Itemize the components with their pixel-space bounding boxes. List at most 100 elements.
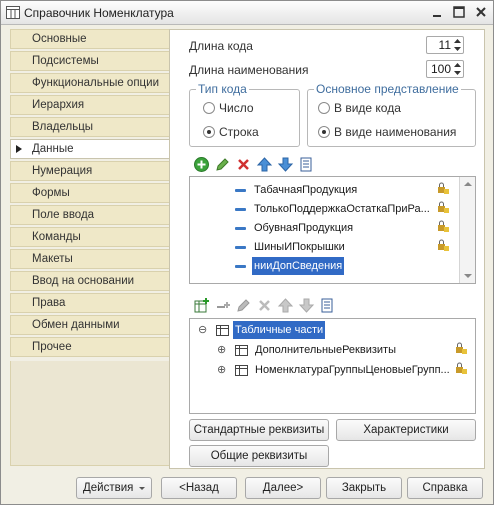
expand-icon[interactable]: ⊕ [217, 341, 226, 359]
catalog-icon [6, 6, 20, 19]
common-attributes-button[interactable]: Общие реквизиты [189, 445, 329, 467]
nav-item-input-on-basis[interactable]: Ввод на основании [10, 271, 169, 291]
main-representation-title: Основное представление [314, 82, 461, 96]
nav-item-owners[interactable]: Владельцы [10, 117, 169, 137]
lock-icon [454, 361, 467, 374]
actions-button[interactable]: Действия [76, 477, 152, 499]
tree-root-node[interactable]: ⊖ Табличные части [190, 321, 475, 339]
move-up-disabled-icon[interactable] [277, 297, 294, 314]
sort-tabular-icon[interactable] [319, 297, 336, 314]
table-icon [235, 364, 248, 376]
nav-item-numbering[interactable]: Нумерация [10, 161, 169, 181]
add-tabular-section-icon[interactable] [193, 297, 210, 314]
lock-icon [436, 238, 449, 251]
nav-item-label: Ввод на основании [32, 275, 135, 287]
button-label: Закрыть [341, 482, 387, 494]
code-length-value: 11 [438, 38, 451, 52]
attribute-icon [235, 208, 246, 211]
selected-attribute-name: нииДопСведения [252, 257, 345, 275]
nav-item-subsystems[interactable]: Подсистемы [10, 51, 169, 71]
representation-code-radio[interactable]: В виде кода [318, 101, 401, 115]
attributes-list[interactable]: ТабачнаяПродукция ТолькоПоддержкаОстатка… [189, 176, 476, 284]
attributes-scrollbar[interactable] [459, 177, 475, 283]
add-attribute-icon[interactable] [193, 156, 210, 173]
code-type-title: Тип кода [196, 82, 249, 96]
code-length-stepper[interactable]: 11 [426, 36, 464, 54]
nav-item-commands[interactable]: Команды [10, 227, 169, 247]
nav-item-main[interactable]: Основные [10, 29, 169, 49]
code-type-string-radio[interactable]: Строка [203, 125, 259, 139]
spin-arrows-icon[interactable] [453, 38, 462, 52]
nav-item-forms[interactable]: Формы [10, 183, 169, 203]
tabular-root-label: Табличные части [233, 321, 326, 339]
radio-label: В виде наименования [334, 125, 457, 139]
lock-icon [454, 341, 467, 354]
tree-node[interactable]: ⊕ ДополнительныеРеквизиты [190, 341, 475, 359]
nav-item-label: Команды [32, 231, 81, 243]
move-down-disabled-icon[interactable] [298, 297, 315, 314]
help-button[interactable]: Справка [407, 477, 483, 499]
nav-item-hierarchy[interactable]: Иерархия [10, 95, 169, 115]
nav-item-data-exchange[interactable]: Обмен данными [10, 315, 169, 335]
back-button[interactable]: <Назад [161, 477, 237, 499]
lock-icon [436, 219, 449, 232]
attribute-name: ОбувнаяПродукция [254, 222, 354, 234]
name-length-stepper[interactable]: 100 [426, 60, 464, 78]
move-up-icon[interactable] [256, 156, 273, 173]
button-label: Справка [422, 482, 468, 494]
nav-item-input-field[interactable]: Поле ввода [10, 205, 169, 225]
table-icon [216, 324, 229, 336]
edit-disabled-icon[interactable] [235, 297, 252, 314]
nav-item-rights[interactable]: Права [10, 293, 169, 313]
list-item[interactable]: ТабачнаяПродукция [190, 181, 460, 199]
button-label: Стандартные реквизиты [193, 424, 325, 436]
spin-arrows-icon[interactable] [453, 62, 462, 76]
add-column-icon[interactable] [214, 297, 231, 314]
active-arrow-icon [16, 145, 22, 153]
collapse-icon[interactable]: ⊖ [198, 321, 207, 339]
attribute-name: ШиныИПокрышки [254, 241, 345, 253]
code-type-group: Тип кода Число Строка [189, 82, 300, 147]
button-label: Действия [83, 482, 134, 494]
delete-disabled-icon[interactable] [256, 297, 273, 314]
attribute-icon [235, 227, 246, 230]
close-window-button[interactable] [473, 4, 489, 20]
nav-item-templates[interactable]: Макеты [10, 249, 169, 269]
edit-attribute-icon[interactable] [214, 156, 231, 173]
tree-node[interactable]: ⊕ НоменклатураГруппыЦеновыеГрупп... [190, 361, 475, 379]
attribute-icon [235, 189, 246, 192]
close-button[interactable]: Закрыть [326, 477, 402, 499]
next-button[interactable]: Далее> [245, 477, 321, 499]
delete-attribute-icon[interactable] [235, 156, 252, 173]
list-item[interactable]: ОбувнаяПродукция [190, 219, 460, 237]
nav-item-label: Данные [32, 143, 74, 155]
nav-item-label: Прочее [32, 341, 72, 353]
sort-list-icon[interactable] [298, 156, 315, 173]
lock-icon [436, 181, 449, 194]
nav-item-functional-options[interactable]: Функциональные опции [10, 73, 169, 93]
nav-item-data[interactable]: Данные [10, 139, 180, 159]
radio-label: В виде кода [334, 101, 401, 115]
tabular-sections-tree[interactable]: ⊖ Табличные части ⊕ ДополнительныеРеквиз… [189, 318, 476, 414]
list-item[interactable]: нииДопСведения [190, 257, 460, 275]
code-type-number-radio[interactable]: Число [203, 101, 254, 115]
radio-circle [203, 126, 215, 138]
radio-circle [318, 102, 330, 114]
list-item[interactable]: ШиныИПокрышки [190, 238, 460, 256]
list-item[interactable]: ТолькоПоддержкаОстаткаПриРа... [190, 200, 460, 218]
lock-icon [436, 200, 449, 213]
radio-label: Строка [219, 125, 259, 139]
expand-icon[interactable]: ⊕ [217, 361, 226, 379]
characteristics-button[interactable]: Характеристики [336, 419, 476, 441]
section-nav: Основные Подсистемы Функциональные опции… [10, 29, 180, 359]
move-down-icon[interactable] [277, 156, 294, 173]
title-bar: Справочник Номенклатура [1, 1, 493, 25]
attributes-toolbar [193, 156, 315, 174]
attribute-name: ТабачнаяПродукция [254, 184, 358, 196]
maximize-button[interactable] [451, 4, 467, 20]
nav-item-other[interactable]: Прочее [10, 337, 169, 357]
minimize-button[interactable] [429, 4, 445, 20]
representation-name-radio[interactable]: В виде наименования [318, 125, 456, 139]
standard-attributes-button[interactable]: Стандартные реквизиты [189, 419, 329, 441]
attribute-icon [235, 246, 246, 249]
